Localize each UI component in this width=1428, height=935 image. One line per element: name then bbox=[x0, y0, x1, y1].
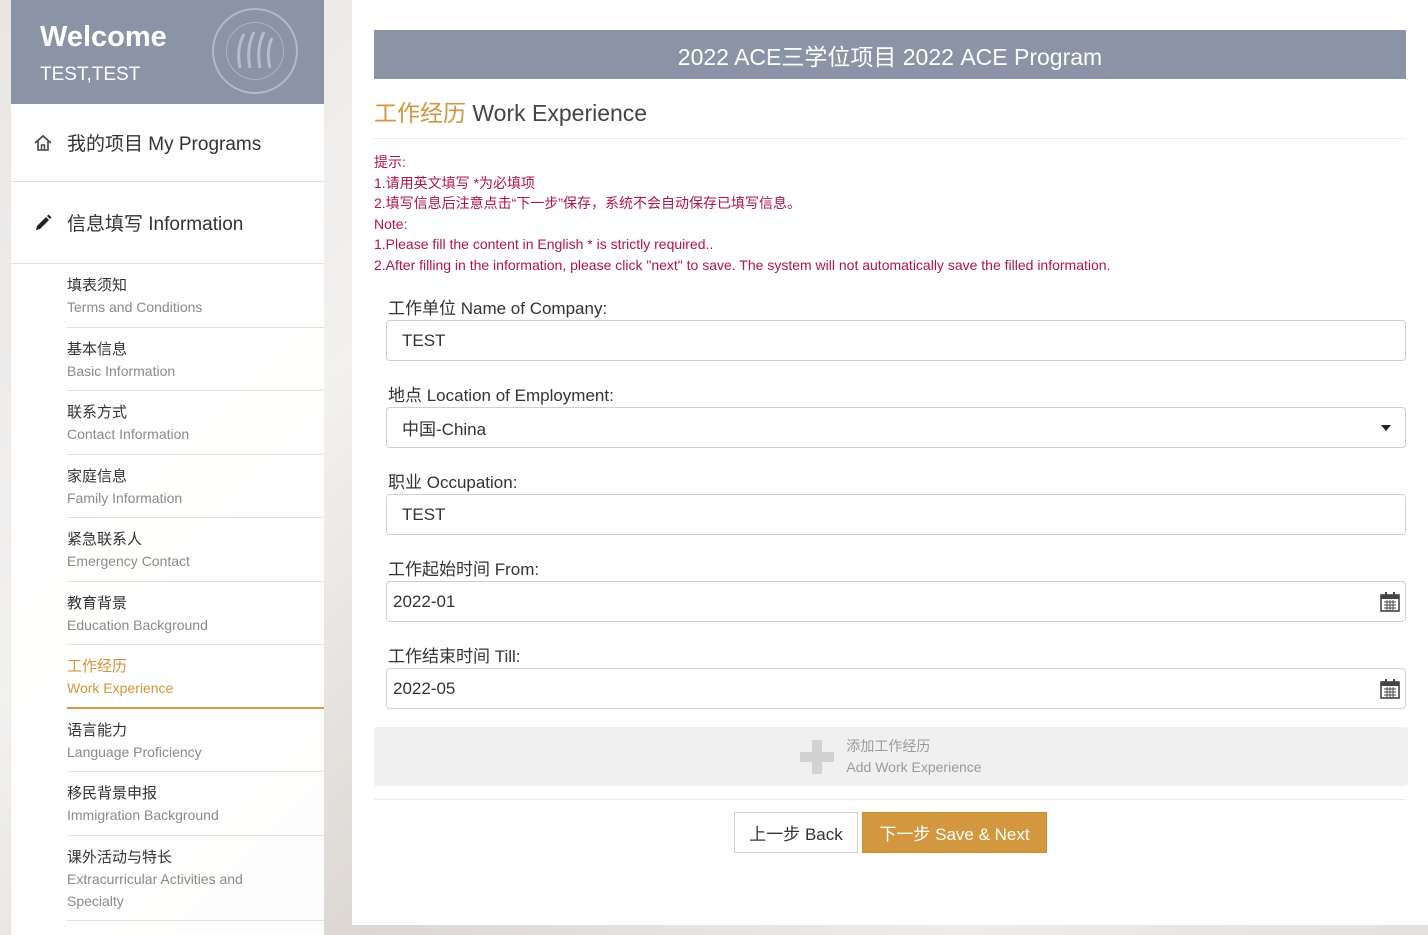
add-work-experience-button[interactable]: 添加工作经历 Add Work Experience bbox=[374, 727, 1408, 786]
sidebar-item-cn: 教育背景 bbox=[67, 594, 128, 612]
home-icon bbox=[33, 133, 67, 153]
calendar-icon[interactable] bbox=[1379, 678, 1401, 705]
chevron-down-icon bbox=[1381, 425, 1391, 431]
sidebar-item-family-info[interactable]: 家庭信息 Family Information bbox=[67, 455, 324, 518]
occupation-value: TEST bbox=[402, 504, 446, 524]
add-label-cn: 添加工作经历 bbox=[846, 737, 931, 754]
note-line: Note: bbox=[374, 215, 408, 232]
note-line: 2.After filling in the information, plea… bbox=[374, 256, 1111, 273]
note-line: 2.填写信息后注意点击“下一步”保存，系统不会自动保存已填写信息。 bbox=[374, 195, 801, 212]
divider bbox=[374, 138, 1406, 139]
note-line: 1.Please fill the content in English * i… bbox=[374, 236, 714, 253]
sidebar-item-cn: 基本信息 bbox=[67, 340, 128, 358]
company-label: 工作单位 Name of Company: bbox=[388, 299, 608, 318]
occupation-label: 职业 Occupation: bbox=[388, 473, 518, 492]
location-value: 中国-China bbox=[402, 420, 487, 439]
from-date-label: 工作起始时间 From: bbox=[388, 560, 540, 579]
sidebar-item-extracurricular[interactable]: 课外活动与特长 Extracurricular Activities and S… bbox=[67, 836, 324, 921]
menu-information[interactable]: 信息填写 Information bbox=[11, 182, 324, 264]
welcome-header: Welcome TEST,TEST bbox=[11, 0, 324, 104]
sidebar-item-en: Immigration Background bbox=[67, 807, 219, 823]
menu-information-label: 信息填写 Information bbox=[67, 214, 244, 235]
sidebar-item-basic-info[interactable]: 基本信息 Basic Information bbox=[67, 328, 324, 391]
calendar-icon[interactable] bbox=[1379, 591, 1401, 618]
instructions-note: 提示: 1.请用英文填写 *为必填项 2.填写信息后注意点击“下一步”保存，系统… bbox=[374, 152, 1110, 276]
university-seal-logo bbox=[212, 8, 298, 94]
occupation-input[interactable]: TEST bbox=[386, 494, 1406, 535]
plus-icon bbox=[800, 739, 835, 774]
till-date-label: 工作结束时间 Till: bbox=[388, 647, 521, 666]
add-label-en: Add Work Experience bbox=[846, 758, 982, 775]
company-value: TEST bbox=[402, 330, 446, 350]
from-date-value: 2022-01 bbox=[393, 591, 456, 611]
sidebar: Welcome TEST,TEST 我的项目 My Programs 信息填写 … bbox=[11, 0, 324, 935]
menu-my-programs[interactable]: 我的项目 My Programs bbox=[11, 104, 324, 182]
from-date-input[interactable]: 2022-01 bbox=[386, 581, 1406, 622]
sidebar-item-immigration[interactable]: 移民背景申报 Immigration Background bbox=[67, 772, 324, 836]
sidebar-item-en: Family Information bbox=[67, 489, 183, 506]
sidebar-item-contact-info[interactable]: 联系方式 Contact Information bbox=[67, 391, 324, 455]
sidebar-item-terms[interactable]: 填表须知 Terms and Conditions bbox=[67, 264, 324, 328]
sidebar-item-cn: 工作经历 bbox=[67, 658, 128, 675]
sidebar-item-en: Basic Information bbox=[67, 362, 176, 379]
note-line: 提示: bbox=[374, 154, 406, 170]
page-title-cn: 工作经历 bbox=[374, 100, 466, 126]
note-line: 1.请用英文填写 *为必填项 bbox=[374, 174, 536, 191]
menu-my-programs-label: 我的项目 My Programs bbox=[67, 134, 262, 155]
page-title-en: Work Experience bbox=[466, 100, 648, 126]
sidebar-item-cn: 紧急联系人 bbox=[67, 531, 143, 548]
main-panel: 2022 ACE三学位项目 2022 ACE Program 工作经历 Work… bbox=[352, 0, 1428, 925]
company-input[interactable]: TEST bbox=[386, 320, 1406, 361]
sidebar-item-language[interactable]: 语言能力 Language Proficiency bbox=[67, 709, 324, 772]
sidebar-item-en: Education Background bbox=[67, 616, 208, 633]
sidebar-item-cn: 课外活动与特长 bbox=[67, 848, 173, 866]
sidebar-item-en: Work Experience bbox=[67, 680, 174, 696]
save-next-button[interactable]: 下一步 Save & Next bbox=[862, 812, 1047, 853]
location-label: 地点 Location of Employment: bbox=[388, 386, 614, 405]
till-date-value: 2022-05 bbox=[393, 678, 456, 698]
sidebar-item-en: Extracurricular Activities and Specialty bbox=[67, 870, 243, 909]
sidebar-item-en: Contact Information bbox=[67, 426, 190, 442]
till-date-input[interactable]: 2022-05 bbox=[386, 668, 1406, 709]
sidebar-item-en: Emergency Contact bbox=[67, 553, 190, 569]
sidebar-item-education[interactable]: 教育背景 Education Background bbox=[67, 582, 324, 645]
program-banner: 2022 ACE三学位项目 2022 ACE Program bbox=[374, 30, 1406, 79]
location-select[interactable]: 中国-China bbox=[386, 407, 1406, 448]
add-work-experience-label: 添加工作经历 Add Work Experience bbox=[846, 736, 981, 778]
sidebar-item-en: Terms and Conditions bbox=[67, 299, 203, 315]
sidebar-item-cn: 家庭信息 bbox=[67, 467, 128, 485]
sidebar-item-cn: 联系方式 bbox=[67, 404, 128, 421]
sidebar-item-cn: 填表须知 bbox=[67, 277, 128, 294]
sidebar-item-cn: 语言能力 bbox=[67, 721, 128, 739]
sidebar-item-emergency-contact[interactable]: 紧急联系人 Emergency Contact bbox=[67, 518, 324, 582]
back-button[interactable]: 上一步 Back bbox=[734, 812, 858, 853]
sidebar-item-cn: 移民背景申报 bbox=[67, 785, 158, 802]
sidebar-item-en: Language Proficiency bbox=[67, 743, 202, 760]
page-title: 工作经历 Work Experience bbox=[374, 94, 647, 128]
pencil-icon bbox=[33, 213, 67, 233]
sidebar-item-work-experience[interactable]: 工作经历 Work Experience bbox=[67, 645, 324, 709]
divider bbox=[374, 799, 1406, 800]
